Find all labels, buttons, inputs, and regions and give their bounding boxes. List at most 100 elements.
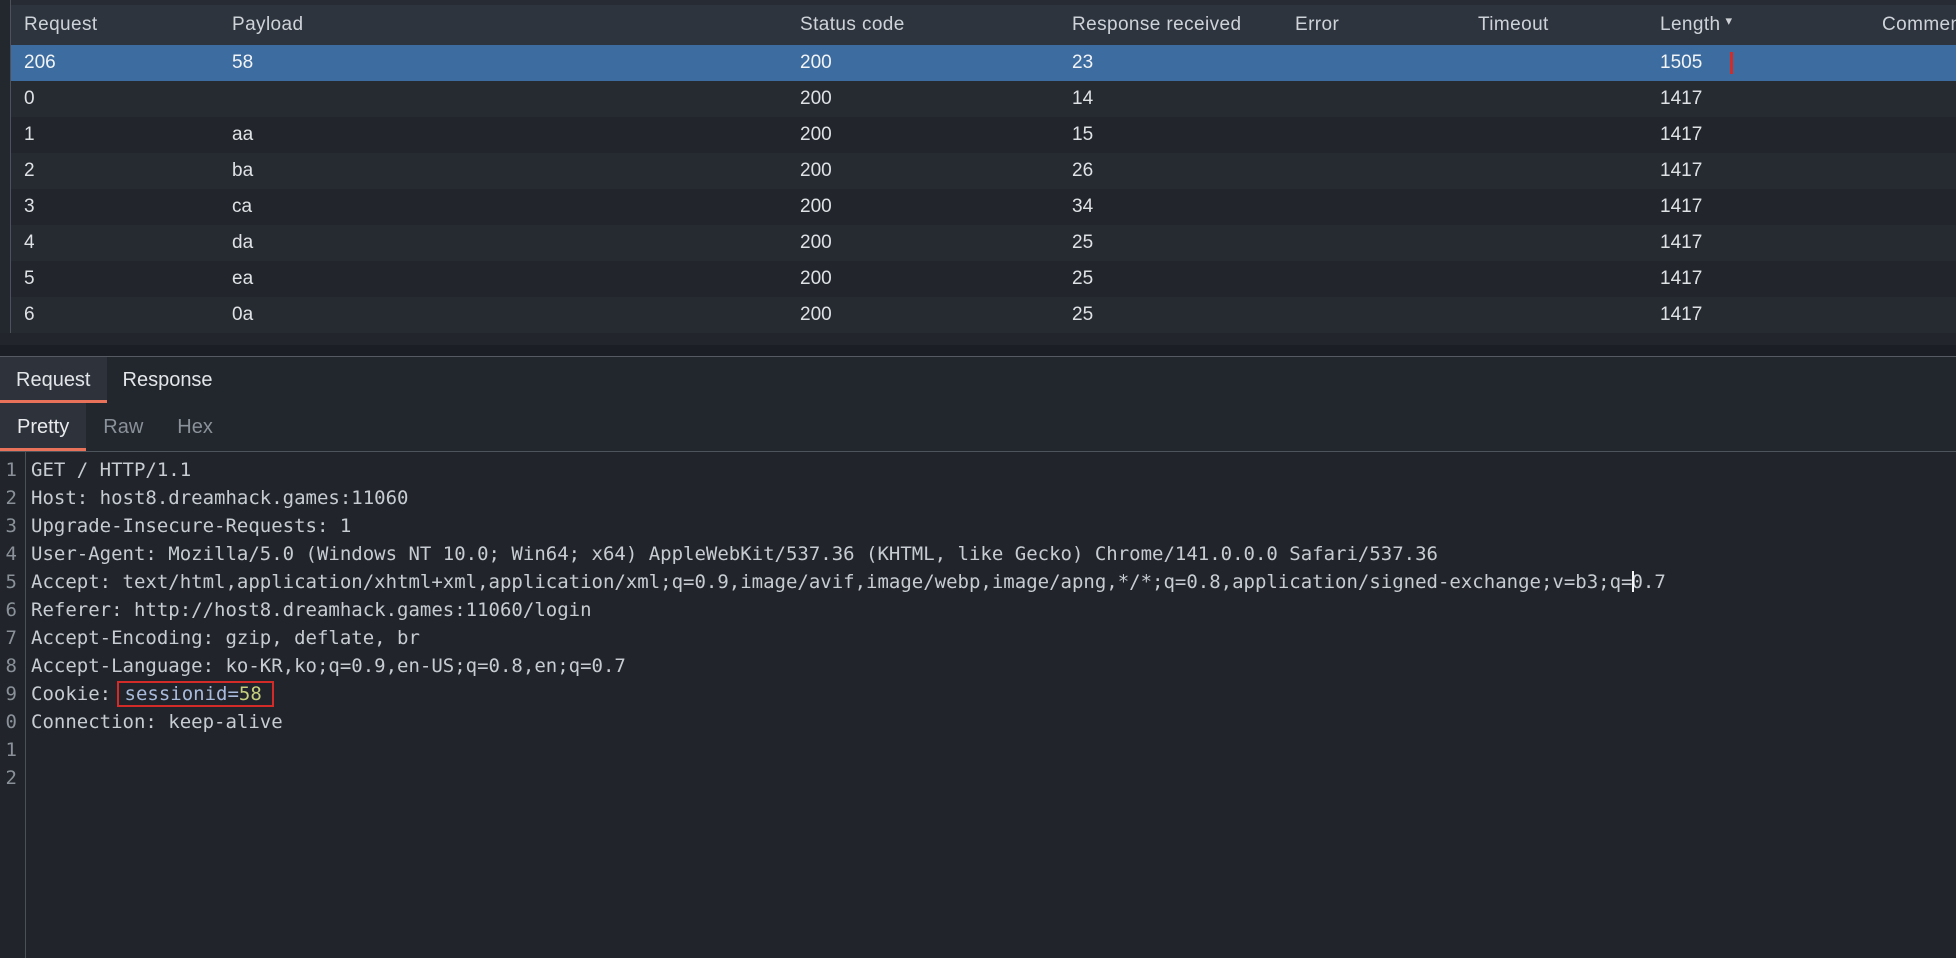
cell-payload: 0a [232,304,800,326]
table-row-selected[interactable]: 206 58 200 23 1505 [0,45,1956,81]
line-number: 2 [0,484,17,512]
table-body: 206 58 200 23 1505 0 200 14 1417 1 [0,45,1956,333]
cookie-session-key: sessionid= [125,683,239,705]
table-row[interactable]: 2 ba 200 26 1417 [0,153,1956,189]
tab-request-label: Request [16,369,91,392]
annotation-box-cookie: sessionid=58 [117,681,274,707]
request-lines: 1GET / HTTP/1.1 2Host: host8.dreamhack.g… [0,452,1956,792]
subtab-hex-label: Hex [177,416,213,439]
subtab-hex[interactable]: Hex [160,403,230,451]
column-header-length-label: Length [1660,14,1721,35]
cell-request: 1 [0,124,232,146]
cell-length: 1417 [1660,232,1882,254]
cell-received: 14 [1072,88,1295,110]
table-row[interactable]: 1 aa 200 15 1417 [0,117,1956,153]
cell-request: 0 [0,88,232,110]
column-header-comment[interactable]: Comment [1882,14,1956,36]
column-header-payload[interactable]: Payload [232,14,800,36]
column-header-request[interactable]: Request [0,14,232,36]
cookie-session-value: 58 [239,683,262,705]
sort-desc-icon: ▾ [1726,14,1733,29]
tab-response[interactable]: Response [107,357,229,403]
request-line: 6Referer: http://host8.dreamhack.games:1… [0,596,1956,624]
request-line: 2 [0,764,1956,792]
line-number: 7 [0,624,17,652]
cell-status: 200 [800,232,1072,254]
cell-received: 25 [1072,304,1295,326]
request-line: 1GET / HTTP/1.1 [0,456,1956,484]
cell-request: 5 [0,268,232,290]
request-line-text: Upgrade-Insecure-Requests: 1 [17,515,351,537]
line-number: 8 [0,652,17,680]
column-header-received[interactable]: Response received [1072,14,1295,36]
column-header-length[interactable]: Length ▾ [1660,14,1882,36]
cell-received: 25 [1072,268,1295,290]
subtab-pretty-label: Pretty [17,416,69,439]
results-table: Request Payload Status code Response rec… [0,0,1956,345]
cell-status: 200 [800,88,1072,110]
cell-payload: da [232,232,800,254]
request-line: 2Host: host8.dreamhack.games:11060 [0,484,1956,512]
line-number: 0 [0,708,17,736]
cell-length: 1417 [1660,160,1882,182]
table-row[interactable]: 3 ca 200 34 1417 [0,189,1956,225]
cell-payload: ea [232,268,800,290]
clipped-left-column-divider [0,0,11,333]
request-line-text: Accept: text/html,application/xhtml+xml,… [17,571,1666,593]
cell-length: 1505 [1660,52,1882,74]
cell-request: 206 [0,52,232,74]
table-row[interactable]: 6 0a 200 25 1417 [0,297,1956,333]
cell-length: 1417 [1660,268,1882,290]
request-line-text: User-Agent: Mozilla/5.0 (Windows NT 10.0… [17,543,1438,565]
cell-request: 4 [0,232,232,254]
annotation-box-length: 1505 [1660,52,1733,74]
cell-payload: 58 [232,52,800,74]
request-line: 1 [0,736,1956,764]
cell-length: 1417 [1660,88,1882,110]
request-line: 9Cookie: sessionid=58 [0,680,1956,708]
line-number: 6 [0,596,17,624]
tab-response-label: Response [123,369,213,392]
cell-received: 25 [1072,232,1295,254]
table-row[interactable]: 4 da 200 25 1417 [0,225,1956,261]
cell-received: 34 [1072,196,1295,218]
column-header-timeout[interactable]: Timeout [1478,14,1660,36]
table-row[interactable]: 0 200 14 1417 [0,81,1956,117]
gutter-divider [25,452,26,958]
cell-payload: ca [232,196,800,218]
cookie-header-name: Cookie: [31,683,123,705]
line-number: 5 [0,568,17,596]
line-number: 9 [0,680,17,708]
column-header-error[interactable]: Error [1295,14,1478,36]
request-line: 7Accept-Encoding: gzip, deflate, br [0,624,1956,652]
request-line-text: Cookie: sessionid=58 [17,683,274,705]
message-tab-bar: Request Response [0,357,1956,403]
request-line: 8Accept-Language: ko-KR,ko;q=0.9,en-US;q… [0,652,1956,680]
cell-status: 200 [800,160,1072,182]
tab-request[interactable]: Request [0,357,107,403]
line-number: 3 [0,512,17,540]
cell-request: 6 [0,304,232,326]
request-line-text: Referer: http://host8.dreamhack.games:11… [17,599,592,621]
subtab-raw-label: Raw [103,416,143,439]
cell-request: 2 [0,160,232,182]
table-row[interactable]: 5 ea 200 25 1417 [0,261,1956,297]
column-header-status[interactable]: Status code [800,14,1072,36]
cell-status: 200 [800,52,1072,74]
request-line-text: Accept-Language: ko-KR,ko;q=0.9,en-US;q=… [17,655,626,677]
cell-status: 200 [800,304,1072,326]
active-subtab-underline [0,448,86,451]
cell-received: 26 [1072,160,1295,182]
request-line-text: Host: host8.dreamhack.games:11060 [17,487,409,509]
subtab-raw[interactable]: Raw [86,403,160,451]
cell-status: 200 [800,196,1072,218]
cell-length: 1417 [1660,124,1882,146]
request-line: 5Accept: text/html,application/xhtml+xml… [0,568,1956,596]
request-line-text: Accept-Encoding: gzip, deflate, br [17,627,420,649]
line-number: 2 [0,764,17,792]
cell-length: 1417 [1660,304,1882,326]
request-line-text [17,767,31,789]
subtab-pretty[interactable]: Pretty [0,403,86,451]
request-editor[interactable]: 1GET / HTTP/1.1 2Host: host8.dreamhack.g… [0,452,1956,958]
accept-header-text-after-caret: 0.7 [1631,571,1665,593]
